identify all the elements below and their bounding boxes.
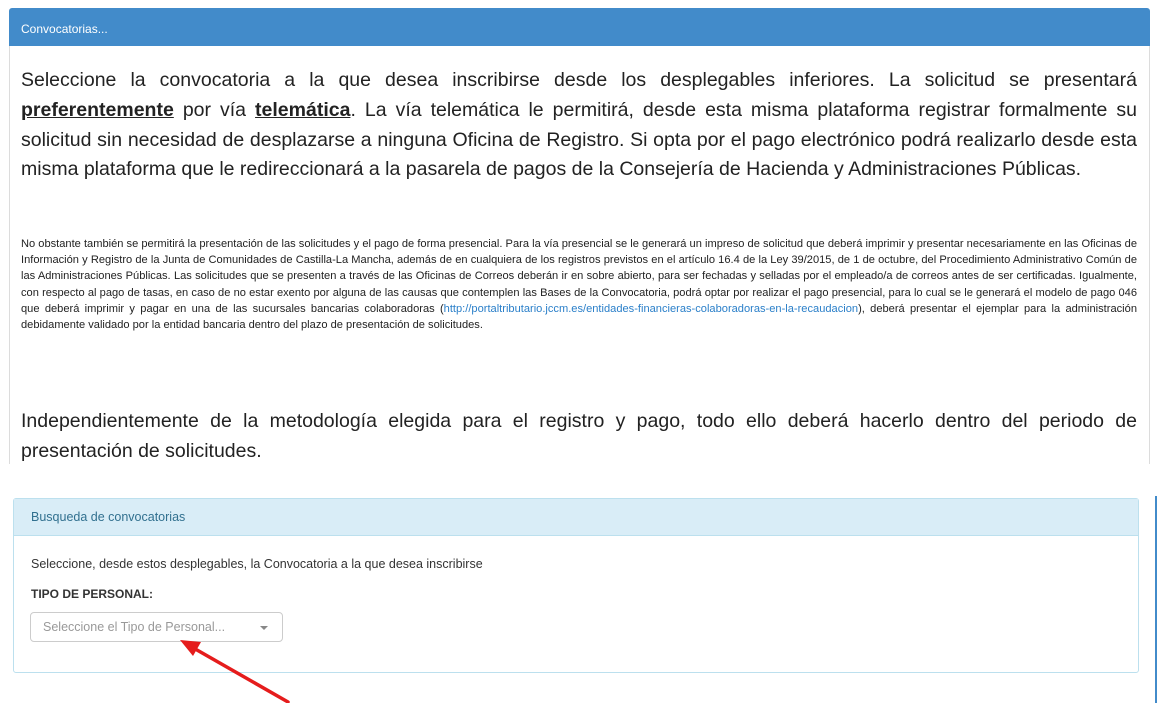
details-paragraph: No obstante también se permitirá la pres… [21, 236, 1137, 333]
tipo-personal-placeholder: Seleccione el Tipo de Personal... [43, 620, 226, 634]
convocatorias-panel-header: Convocatorias... [9, 8, 1150, 46]
tipo-personal-label: TIPO DE PERSONAL: [31, 587, 154, 601]
intro-paragraph: Seleccione la convocatoria a la que dese… [21, 66, 1137, 185]
emphasis-preferentemente: preferentemente [21, 98, 174, 121]
search-hint-text: Seleccione, desde estos desplegables, la… [31, 557, 483, 571]
caret-down-icon [260, 626, 268, 630]
portal-tributario-link[interactable]: http://portaltributario.jccm.es/entidade… [444, 303, 858, 315]
red-arrow-icon [180, 640, 290, 703]
intro-text-part: por vía [173, 98, 256, 121]
right-border-line [1155, 496, 1157, 703]
intro-text-part: Seleccione la convocatoria a la que dese… [21, 69, 1137, 91]
panel-title: Convocatorias... [21, 22, 108, 36]
emphasis-telematica: telemática [255, 98, 351, 121]
closing-paragraph: Independientemente de la metodología ele… [21, 410, 1137, 462]
search-panel-heading: Busqueda de convocatorias [14, 499, 1138, 536]
